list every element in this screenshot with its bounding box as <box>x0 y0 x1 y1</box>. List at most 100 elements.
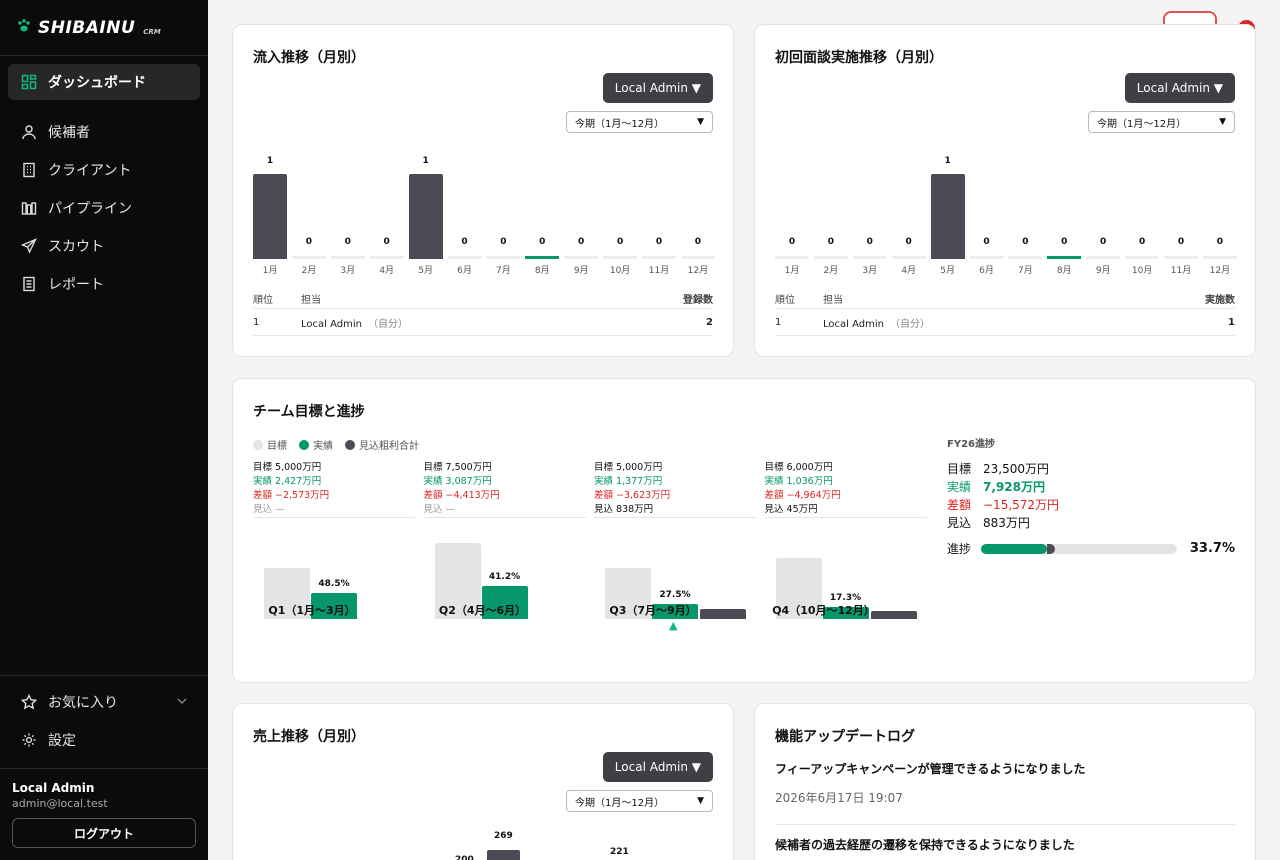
chevron-down-icon: ▼ <box>697 796 704 806</box>
month-tick-label: 9月 <box>1095 266 1111 276</box>
send-icon <box>20 237 38 255</box>
row-owner-name: Local Admin <box>823 318 884 330</box>
bar[interactable] <box>930 174 965 259</box>
bar[interactable] <box>408 174 443 259</box>
nav-pipeline[interactable]: パイプライン <box>8 190 200 226</box>
update-item[interactable]: 候補者の過去経歴の遷移を保持できるようになりました <box>775 836 1235 853</box>
bar-base <box>852 256 887 259</box>
inflow-owner-dropdown[interactable]: Local Admin ▼ <box>602 73 713 103</box>
interview-owner-dropdown[interactable]: Local Admin ▼ <box>1124 73 1235 103</box>
quarter-diff: 差額 −2,573万円 <box>253 490 330 501</box>
quarter-block[interactable]: 目標 6,000万円 実績 1,036万円 差額 −4,964万円 見込 45万円 17… <box>764 461 927 619</box>
bar-base <box>813 256 848 259</box>
nav-favorites[interactable]: お気に入り <box>8 684 200 720</box>
nav-candidates[interactable]: 候補者 <box>8 114 200 150</box>
table-row[interactable]: 1 Local Admin （自分） 2 <box>253 309 713 336</box>
fy-forecast-row: 見込 883万円 <box>947 514 1235 532</box>
fy-progress-bar <box>981 543 1178 554</box>
month-tick-label: 10月 <box>1131 266 1153 276</box>
main-nav: ダッシュボード 候補者 クライアント パイプライン スカウト レポート <box>0 56 208 312</box>
month-tick-label: 8月 <box>534 266 550 276</box>
fy-target-key: 目標 <box>947 462 972 476</box>
inflow-rank-table: 順位 担当 登録数 1 Local Admin （自分） 2 <box>253 289 713 336</box>
bar-base <box>1125 256 1160 259</box>
update-item[interactable]: フィーアップキャンペーンが管理できるようになりました 2026年6月17日 19… <box>775 760 1235 825</box>
chevron-down-icon[interactable] <box>176 695 188 710</box>
updates-card: 機能アップデートログ フィーアップキャンペーンが管理できるようになりました 20… <box>754 703 1256 860</box>
bar-base <box>486 256 521 259</box>
nav-clients[interactable]: クライアント <box>8 152 200 188</box>
quarter-actual: 実績 1,377万円 <box>594 476 663 487</box>
month-tick-label: 6月 <box>457 266 472 276</box>
user-name: Local Admin <box>12 781 95 795</box>
quarter-name: Q4（10月〜12月） <box>772 604 875 617</box>
month-tick-label: 9月 <box>573 266 589 276</box>
legend-actual-label: 実績 <box>313 441 333 452</box>
nav-report[interactable]: レポート <box>8 266 200 302</box>
month-tick-label: 5月 <box>940 266 955 276</box>
month-tick-label: 2月 <box>301 266 317 276</box>
bar-base <box>369 256 404 259</box>
inflow-title: 流入推移（月別） <box>253 50 365 66</box>
month-tick-label: 2月 <box>823 266 839 276</box>
fy-target-row: 目標 23,500万円 <box>947 460 1235 478</box>
sales-title: 売上推移（月別） <box>253 729 365 745</box>
quarter-actual: 実績 1,036万円 <box>764 476 833 487</box>
month-tick-label: 12月 <box>1209 266 1231 276</box>
fy-progress-percent: 33.7% <box>1189 541 1235 556</box>
quarter-target: 目標 6,000万円 <box>764 462 833 473</box>
bar-value-label: 0 <box>827 237 835 247</box>
interview-period-value: 今期（1月〜12月） <box>1097 118 1187 130</box>
bar-value-label: 0 <box>905 237 912 247</box>
bar-base <box>330 256 365 259</box>
bar-base <box>1047 256 1082 259</box>
bar-value-label: 0 <box>461 237 468 247</box>
bar[interactable] <box>253 174 287 259</box>
quarter-actual: 実績 3,087万円 <box>423 476 492 487</box>
table-header: 順位 担当 実施数 <box>775 289 1235 309</box>
nav-dashboard-label: ダッシュボード <box>48 75 146 91</box>
fy-title: FY26進捗 <box>947 439 995 450</box>
quarter-target: 目標 7,500万円 <box>423 462 492 473</box>
logo[interactable]: SHIBAINU CRM <box>0 0 208 56</box>
team-title: チーム目標と進捗 <box>253 404 365 420</box>
logo-text: SHIBAINU <box>38 17 136 38</box>
month-tick-label: 11月 <box>648 266 670 276</box>
logout-button[interactable]: ログアウト <box>12 818 196 848</box>
building-icon <box>20 161 38 179</box>
inflow-period-select[interactable]: 今期（1月〜12月） ▼ <box>566 111 713 133</box>
sales-bar <box>487 850 520 860</box>
month-tick-label: 11月 <box>1170 266 1192 276</box>
bar-value-label: 0 <box>1061 237 1068 247</box>
nav-scout[interactable]: スカウト <box>8 228 200 264</box>
month-tick-label: 12月 <box>687 266 709 276</box>
bar-value-label: 0 <box>1216 237 1224 247</box>
bar-base <box>291 256 326 259</box>
table-row[interactable]: 1 Local Admin （自分） 1 <box>775 309 1235 336</box>
chevron-down-icon: ▼ <box>1219 117 1226 127</box>
row-rank: 1 <box>775 316 782 328</box>
team-goals-card: チーム目標と進捗 目標 実績 見込粗利合計 目標 5,000万円 実績 2,427… <box>232 378 1256 683</box>
bar-value-label: 1 <box>422 156 429 166</box>
star-icon <box>20 693 38 711</box>
quarter-block[interactable]: 目標 5,000万円 実績 2,427万円 差額 −2,573万円 見込 — 48.5%… <box>253 461 415 619</box>
nav-settings[interactable]: 設定 <box>8 722 200 758</box>
quarter-block[interactable]: 目標 5,000万円 実績 1,377万円 差額 −3,623万円 見込 838万円 2… <box>594 461 756 632</box>
fy-progress-fill <box>981 543 1048 554</box>
bar-base <box>564 256 599 259</box>
sales-period-select[interactable]: 今期（1月〜12月） ▼ <box>566 790 713 812</box>
quarter-forecast: 見込 — <box>423 504 456 515</box>
nav-candidates-label: 候補者 <box>48 125 90 141</box>
bar-value-label: 0 <box>1138 237 1146 247</box>
quarter-diff: 差額 −4,964万円 <box>764 490 841 501</box>
month-tick-label: 7月 <box>496 266 511 276</box>
interview-period-select[interactable]: 今期（1月〜12月） ▼ <box>1088 111 1235 133</box>
quarter-forecast: 見込 45万円 <box>764 504 818 515</box>
quarter-stats: 目標 7,500万円 実績 3,087万円 差額 −4,413万円 見込 — <box>423 461 586 518</box>
bar-base <box>969 256 1004 259</box>
sales-owner-dropdown[interactable]: Local Admin ▼ <box>602 752 713 782</box>
col-count: 登録数 <box>683 295 713 306</box>
quarter-block[interactable]: 目標 7,500万円 実績 3,087万円 差額 −4,413万円 見込 — 41.2%… <box>423 461 586 619</box>
nav-dashboard[interactable]: ダッシュボード <box>8 64 200 100</box>
inflow-card: 流入推移（月別） Local Admin ▼ 今期（1月〜12月） ▼ 1 1月 0… <box>232 24 734 357</box>
